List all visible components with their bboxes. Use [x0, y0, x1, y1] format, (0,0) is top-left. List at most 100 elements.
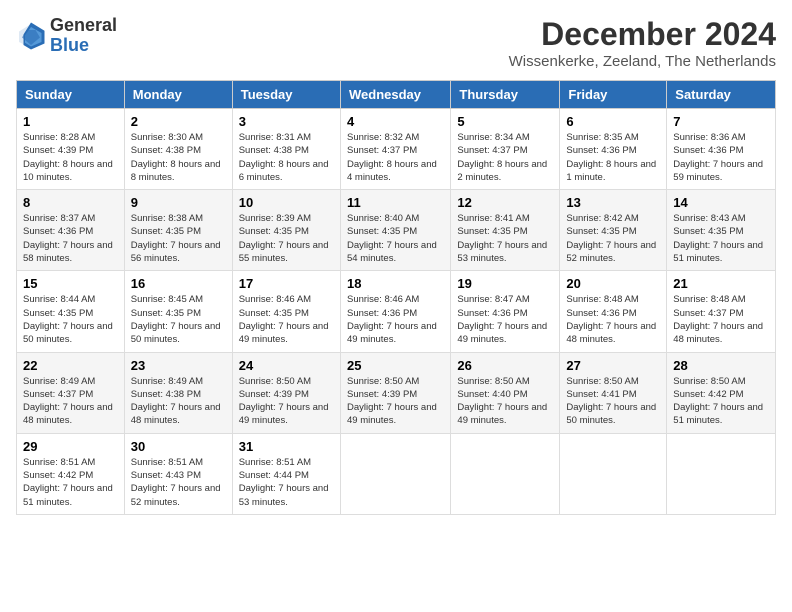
- day-number: 29: [23, 439, 118, 454]
- day-info: Sunrise: 8:36 AM Sunset: 4:36 PM Dayligh…: [673, 131, 769, 184]
- day-info: Sunrise: 8:28 AM Sunset: 4:39 PM Dayligh…: [23, 131, 118, 184]
- calendar-cell: 17 Sunrise: 8:46 AM Sunset: 4:35 PM Dayl…: [232, 271, 340, 352]
- day-number: 13: [566, 195, 660, 210]
- day-info: Sunrise: 8:37 AM Sunset: 4:36 PM Dayligh…: [23, 212, 118, 265]
- calendar-cell: 29 Sunrise: 8:51 AM Sunset: 4:42 PM Dayl…: [17, 433, 125, 514]
- calendar-cell: 10 Sunrise: 8:39 AM Sunset: 4:35 PM Dayl…: [232, 190, 340, 271]
- day-info: Sunrise: 8:30 AM Sunset: 4:38 PM Dayligh…: [131, 131, 226, 184]
- calendar-cell: 14 Sunrise: 8:43 AM Sunset: 4:35 PM Dayl…: [667, 190, 776, 271]
- day-info: Sunrise: 8:47 AM Sunset: 4:36 PM Dayligh…: [457, 293, 553, 346]
- week-row-5: 29 Sunrise: 8:51 AM Sunset: 4:42 PM Dayl…: [17, 433, 776, 514]
- location-title: Wissenkerke, Zeeland, The Netherlands: [509, 53, 776, 70]
- day-info: Sunrise: 8:50 AM Sunset: 4:40 PM Dayligh…: [457, 375, 553, 428]
- calendar-cell: 4 Sunrise: 8:32 AM Sunset: 4:37 PM Dayli…: [340, 109, 450, 190]
- calendar-header-row: SundayMondayTuesdayWednesdayThursdayFrid…: [17, 81, 776, 109]
- logo-general-text: General: [50, 16, 117, 36]
- calendar-cell: 3 Sunrise: 8:31 AM Sunset: 4:38 PM Dayli…: [232, 109, 340, 190]
- day-info: Sunrise: 8:31 AM Sunset: 4:38 PM Dayligh…: [239, 131, 334, 184]
- day-number: 17: [239, 276, 334, 291]
- day-number: 12: [457, 195, 553, 210]
- day-number: 15: [23, 276, 118, 291]
- day-info: Sunrise: 8:32 AM Sunset: 4:37 PM Dayligh…: [347, 131, 444, 184]
- calendar-cell: 26 Sunrise: 8:50 AM Sunset: 4:40 PM Dayl…: [451, 352, 560, 433]
- column-header-wednesday: Wednesday: [340, 81, 450, 109]
- logo-blue-text: Blue: [50, 36, 117, 56]
- calendar-cell: [451, 433, 560, 514]
- calendar-cell: [667, 433, 776, 514]
- day-number: 10: [239, 195, 334, 210]
- calendar-cell: 11 Sunrise: 8:40 AM Sunset: 4:35 PM Dayl…: [340, 190, 450, 271]
- day-number: 20: [566, 276, 660, 291]
- calendar-cell: [560, 433, 667, 514]
- day-info: Sunrise: 8:48 AM Sunset: 4:36 PM Dayligh…: [566, 293, 660, 346]
- calendar-cell: 23 Sunrise: 8:49 AM Sunset: 4:38 PM Dayl…: [124, 352, 232, 433]
- calendar-cell: 25 Sunrise: 8:50 AM Sunset: 4:39 PM Dayl…: [340, 352, 450, 433]
- day-info: Sunrise: 8:50 AM Sunset: 4:42 PM Dayligh…: [673, 375, 769, 428]
- day-number: 27: [566, 358, 660, 373]
- day-info: Sunrise: 8:51 AM Sunset: 4:42 PM Dayligh…: [23, 456, 118, 509]
- day-info: Sunrise: 8:46 AM Sunset: 4:35 PM Dayligh…: [239, 293, 334, 346]
- day-info: Sunrise: 8:51 AM Sunset: 4:44 PM Dayligh…: [239, 456, 334, 509]
- day-info: Sunrise: 8:38 AM Sunset: 4:35 PM Dayligh…: [131, 212, 226, 265]
- day-number: 3: [239, 114, 334, 129]
- logo: General Blue: [16, 16, 117, 56]
- calendar-cell: 1 Sunrise: 8:28 AM Sunset: 4:39 PM Dayli…: [17, 109, 125, 190]
- calendar-cell: 12 Sunrise: 8:41 AM Sunset: 4:35 PM Dayl…: [451, 190, 560, 271]
- calendar-cell: [340, 433, 450, 514]
- day-number: 28: [673, 358, 769, 373]
- day-number: 30: [131, 439, 226, 454]
- calendar-cell: 8 Sunrise: 8:37 AM Sunset: 4:36 PM Dayli…: [17, 190, 125, 271]
- day-number: 26: [457, 358, 553, 373]
- title-block: December 2024 Wissenkerke, Zeeland, The …: [509, 16, 776, 70]
- logo-icon: [16, 21, 46, 51]
- calendar-cell: 19 Sunrise: 8:47 AM Sunset: 4:36 PM Dayl…: [451, 271, 560, 352]
- day-number: 9: [131, 195, 226, 210]
- calendar-cell: 15 Sunrise: 8:44 AM Sunset: 4:35 PM Dayl…: [17, 271, 125, 352]
- day-info: Sunrise: 8:51 AM Sunset: 4:43 PM Dayligh…: [131, 456, 226, 509]
- day-number: 31: [239, 439, 334, 454]
- day-number: 19: [457, 276, 553, 291]
- day-number: 4: [347, 114, 444, 129]
- day-info: Sunrise: 8:49 AM Sunset: 4:38 PM Dayligh…: [131, 375, 226, 428]
- column-header-monday: Monday: [124, 81, 232, 109]
- calendar-cell: 22 Sunrise: 8:49 AM Sunset: 4:37 PM Dayl…: [17, 352, 125, 433]
- day-info: Sunrise: 8:39 AM Sunset: 4:35 PM Dayligh…: [239, 212, 334, 265]
- day-number: 21: [673, 276, 769, 291]
- day-info: Sunrise: 8:50 AM Sunset: 4:39 PM Dayligh…: [347, 375, 444, 428]
- day-number: 11: [347, 195, 444, 210]
- page-header: General Blue December 2024 Wissenkerke, …: [16, 16, 776, 70]
- day-number: 8: [23, 195, 118, 210]
- day-info: Sunrise: 8:40 AM Sunset: 4:35 PM Dayligh…: [347, 212, 444, 265]
- day-info: Sunrise: 8:43 AM Sunset: 4:35 PM Dayligh…: [673, 212, 769, 265]
- week-row-1: 1 Sunrise: 8:28 AM Sunset: 4:39 PM Dayli…: [17, 109, 776, 190]
- day-number: 24: [239, 358, 334, 373]
- day-number: 25: [347, 358, 444, 373]
- calendar-cell: 9 Sunrise: 8:38 AM Sunset: 4:35 PM Dayli…: [124, 190, 232, 271]
- week-row-2: 8 Sunrise: 8:37 AM Sunset: 4:36 PM Dayli…: [17, 190, 776, 271]
- column-header-sunday: Sunday: [17, 81, 125, 109]
- day-info: Sunrise: 8:42 AM Sunset: 4:35 PM Dayligh…: [566, 212, 660, 265]
- calendar-cell: 28 Sunrise: 8:50 AM Sunset: 4:42 PM Dayl…: [667, 352, 776, 433]
- day-number: 7: [673, 114, 769, 129]
- column-header-friday: Friday: [560, 81, 667, 109]
- calendar-cell: 20 Sunrise: 8:48 AM Sunset: 4:36 PM Dayl…: [560, 271, 667, 352]
- day-number: 14: [673, 195, 769, 210]
- calendar-cell: 13 Sunrise: 8:42 AM Sunset: 4:35 PM Dayl…: [560, 190, 667, 271]
- day-info: Sunrise: 8:46 AM Sunset: 4:36 PM Dayligh…: [347, 293, 444, 346]
- calendar-cell: 16 Sunrise: 8:45 AM Sunset: 4:35 PM Dayl…: [124, 271, 232, 352]
- day-info: Sunrise: 8:35 AM Sunset: 4:36 PM Dayligh…: [566, 131, 660, 184]
- week-row-4: 22 Sunrise: 8:49 AM Sunset: 4:37 PM Dayl…: [17, 352, 776, 433]
- column-header-tuesday: Tuesday: [232, 81, 340, 109]
- month-title: December 2024: [509, 16, 776, 53]
- calendar-cell: 7 Sunrise: 8:36 AM Sunset: 4:36 PM Dayli…: [667, 109, 776, 190]
- day-number: 22: [23, 358, 118, 373]
- day-info: Sunrise: 8:50 AM Sunset: 4:39 PM Dayligh…: [239, 375, 334, 428]
- calendar-cell: 24 Sunrise: 8:50 AM Sunset: 4:39 PM Dayl…: [232, 352, 340, 433]
- day-number: 2: [131, 114, 226, 129]
- calendar-cell: 2 Sunrise: 8:30 AM Sunset: 4:38 PM Dayli…: [124, 109, 232, 190]
- column-header-saturday: Saturday: [667, 81, 776, 109]
- calendar-cell: 6 Sunrise: 8:35 AM Sunset: 4:36 PM Dayli…: [560, 109, 667, 190]
- calendar-cell: 30 Sunrise: 8:51 AM Sunset: 4:43 PM Dayl…: [124, 433, 232, 514]
- day-info: Sunrise: 8:44 AM Sunset: 4:35 PM Dayligh…: [23, 293, 118, 346]
- day-info: Sunrise: 8:50 AM Sunset: 4:41 PM Dayligh…: [566, 375, 660, 428]
